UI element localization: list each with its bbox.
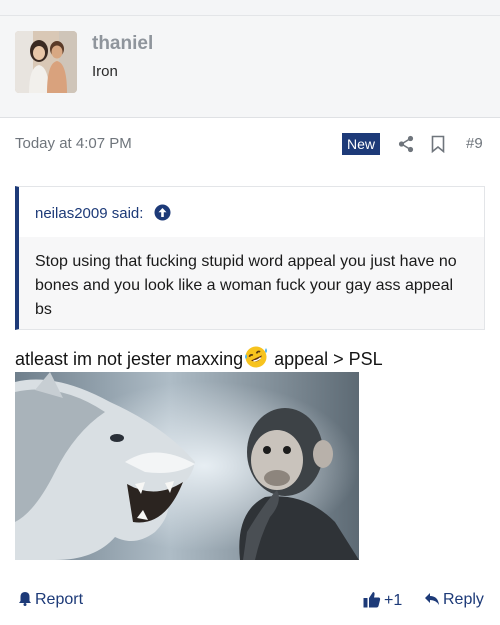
post-date[interactable]: Today at 4:07 PM bbox=[15, 135, 132, 152]
rolling-on-floor-laughing-emoji-icon bbox=[243, 345, 269, 369]
post-actions: Report +1 Reply bbox=[0, 585, 500, 615]
post-message: atleast im not jester maxxing appeal > P… bbox=[15, 345, 383, 370]
quote-text: Stop using that fucking stupid word appe… bbox=[19, 237, 484, 329]
like-count: +1 bbox=[384, 592, 403, 609]
reply-arrow-icon bbox=[424, 592, 440, 606]
post-meta-bar: Today at 4:07 PM New #9 bbox=[0, 118, 500, 170]
new-badge: New bbox=[342, 133, 381, 155]
top-strip bbox=[0, 0, 500, 16]
report-button[interactable]: Report bbox=[18, 591, 83, 609]
quote-header: neilas2009 said: bbox=[19, 187, 484, 237]
post-user-header: thaniel Iron bbox=[0, 16, 500, 118]
quote-author[interactable]: neilas2009 said: bbox=[35, 205, 143, 222]
report-label: Report bbox=[35, 591, 84, 608]
reply-button[interactable]: Reply bbox=[424, 591, 484, 609]
username[interactable]: thaniel bbox=[92, 33, 153, 55]
bell-icon bbox=[18, 591, 32, 606]
post-number[interactable]: #9 bbox=[466, 135, 483, 152]
arrow-up-circle-icon[interactable] bbox=[154, 204, 171, 221]
reply-label: Reply bbox=[443, 591, 484, 608]
quote-block: neilas2009 said: Stop using that fucking… bbox=[15, 186, 485, 330]
bookmark-icon[interactable] bbox=[431, 135, 445, 154]
avatar[interactable] bbox=[15, 31, 77, 93]
thumbs-up-icon bbox=[363, 591, 381, 608]
share-icon[interactable] bbox=[398, 135, 414, 153]
post-text-start: atleast im not jester maxxing bbox=[15, 349, 244, 369]
like-button[interactable]: +1 bbox=[363, 591, 402, 610]
user-rank-title: Iron bbox=[92, 63, 118, 80]
post-text-end: appeal > PSL bbox=[269, 349, 383, 369]
lion-vs-monkey-image[interactable] bbox=[15, 372, 359, 560]
